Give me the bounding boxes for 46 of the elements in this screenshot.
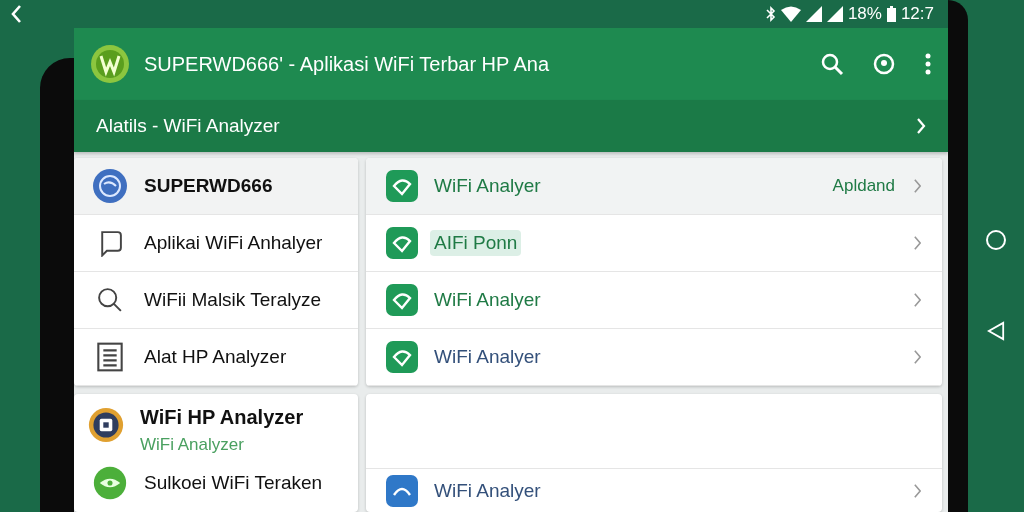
app-name: WiFi HP Analyzer <box>140 406 304 429</box>
tool-action-text: Apldand <box>832 176 895 196</box>
clock-text: 12:7 <box>900 4 934 24</box>
app-logo-icon <box>90 44 130 84</box>
tool-item[interactable]: WiFi Analyer <box>366 272 942 329</box>
sub-header-title: Alatils - WiFi Analyzer <box>96 115 280 137</box>
wifi-tag-icon <box>386 227 418 259</box>
tool-label: WiFi Analyer <box>433 345 542 369</box>
wifi-tag-icon <box>386 170 418 202</box>
battery-text: 18% <box>847 4 882 24</box>
chevron-right-icon <box>916 117 926 135</box>
app-icon <box>88 406 124 444</box>
app-subtitle: WiFi Analyzer <box>140 435 245 455</box>
back-icon[interactable] <box>10 4 22 24</box>
bluetooth-icon <box>765 6 776 22</box>
battery-icon <box>886 6 896 22</box>
back-nav-icon[interactable] <box>987 321 1005 341</box>
wifi-signal-icon <box>780 6 801 22</box>
menu-item[interactable]: Alat HP Analyzer <box>74 329 358 386</box>
app-title: SUPERWD666' - Aplikasi WiFi Terbar HP Ana <box>144 52 551 76</box>
tool-item[interactable]: WiFi Analyer <box>366 468 942 512</box>
chevron-right-icon <box>913 178 922 194</box>
tool-label: WiFi Analyer <box>433 288 542 312</box>
chevron-right-icon <box>913 292 922 308</box>
chevron-right-icon <box>913 349 922 365</box>
search-icon[interactable] <box>820 52 844 76</box>
cell-signal-icon <box>805 6 822 22</box>
tool-item[interactable]: AIFi Ponn <box>366 215 942 272</box>
tool-item[interactable]: WiFi Analyer <box>366 329 942 386</box>
more-menu-icon[interactable] <box>924 52 932 76</box>
sub-header-bar[interactable]: Alatils - WiFi Analyzer <box>74 100 948 152</box>
chevron-right-icon <box>913 235 922 251</box>
wifi-tag-icon <box>386 474 418 507</box>
cell-signal-icon <box>826 6 843 22</box>
menu-item[interactable]: Sulkoei WiFi Teraken <box>74 461 358 505</box>
menu-item[interactable]: SUPERWD666 <box>74 158 358 215</box>
menu-item[interactable]: WiFii Malsik Teralyze <box>74 272 358 329</box>
home-nav-icon[interactable] <box>985 229 1007 251</box>
chevron-right-icon <box>913 482 922 499</box>
wifi-tag-icon <box>386 341 418 373</box>
tool-label: WiFi Analyer <box>433 174 542 198</box>
tool-item[interactable]: WiFi Analyer Apldand <box>366 158 942 215</box>
eye-icon <box>92 466 128 500</box>
wifi-tag-icon <box>386 284 418 316</box>
menu-item[interactable]: Aplikai WiFi Anhalyer <box>74 215 358 272</box>
tool-label: AIFi Ponn <box>430 230 522 256</box>
